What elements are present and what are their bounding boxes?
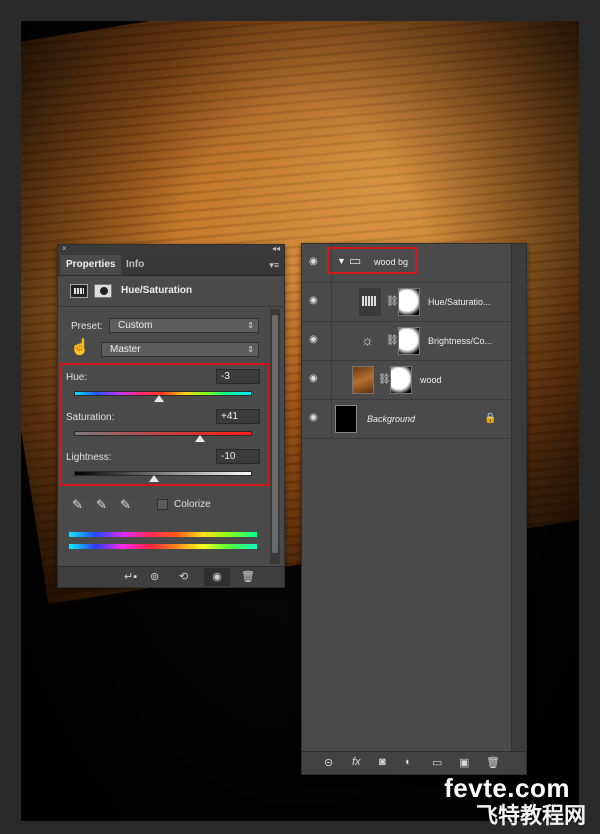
add-mask-icon[interactable]: ◙ [379, 756, 386, 768]
mask-icon[interactable] [94, 284, 112, 298]
visibility-eye-icon[interactable]: ◉ [204, 568, 230, 586]
layers-footer: ⊝ fx ◙ ◐ ▭ ▣ 🗑 [302, 751, 526, 774]
result-color-bar [69, 544, 257, 549]
eyedropper-minus-icon[interactable]: ✎ [120, 497, 131, 513]
layer-row-background[interactable]: ◉ Background 🔒 [302, 400, 512, 439]
colorize-label: Colorize [174, 499, 211, 510]
eyedropper-icon[interactable]: ✎ [72, 497, 83, 513]
layer-name: Brightness/Co... [428, 336, 493, 346]
adjustment-layer-icon[interactable]: ◐ [405, 756, 412, 768]
eyedropper-plus-icon[interactable]: ✎ [96, 497, 107, 513]
trash-icon[interactable]: 🗑 [486, 756, 500, 769]
channel-value: Master [110, 344, 141, 355]
eye-icon[interactable]: ◉ [309, 334, 325, 345]
layer-row-brightness-contrast[interactable]: ◉ ☼ ⛓ Brightness/Co... [302, 322, 512, 361]
lock-icon: 🔒 [484, 413, 497, 424]
link-icon[interactable]: ⛓ [386, 296, 399, 307]
layer-mask-thumbnail[interactable] [398, 288, 420, 316]
trash-icon[interactable]: 🗑 [241, 570, 255, 583]
layer-row-wood[interactable]: ◉ ⛓ wood [302, 361, 512, 400]
eye-icon[interactable]: ◉ [309, 373, 325, 384]
layer-row-hue-saturation[interactable]: ◉ ⛓ Hue/Saturatio... [302, 283, 512, 322]
red-highlight-box [327, 247, 417, 274]
channel-select[interactable]: Master ⇕ [101, 342, 259, 357]
layer-mask-thumbnail[interactable] [398, 327, 420, 355]
view-previous-icon[interactable]: ⊚ [150, 570, 159, 583]
layers-panel: ◉ ▼ ▭ wood bg ◉ ⛓ Hue/Saturatio... ◉ ☼ ⛓… [301, 243, 527, 775]
adjustment-header: Hue/Saturation [58, 276, 284, 307]
chevron-updown-icon: ⇕ [247, 345, 254, 354]
adjustment-title: Hue/Saturation [121, 285, 193, 296]
hue-saturation-icon[interactable] [70, 284, 88, 298]
divider [331, 361, 332, 399]
menu-icon[interactable]: ▾≡ [269, 260, 279, 271]
scrollbar-thumb[interactable] [272, 315, 278, 553]
close-icon[interactable]: × [62, 244, 67, 253]
layer-name: Hue/Saturatio... [428, 297, 491, 307]
layers-scrollbar[interactable] [511, 244, 526, 774]
red-highlight-box [60, 363, 269, 486]
tab-properties[interactable]: Properties [60, 255, 122, 275]
watermark-secondary: 飞特教程网 [475, 803, 586, 828]
hue-saturation-icon [359, 288, 381, 316]
chevron-updown-icon: ⇕ [247, 321, 254, 330]
layer-name: wood [420, 375, 442, 385]
divider [331, 400, 332, 438]
reset-icon[interactable]: ⟲ [179, 570, 188, 583]
targeted-adjustment-hand-icon[interactable]: ☝ [70, 337, 90, 357]
eye-icon[interactable]: ◉ [309, 295, 325, 306]
properties-footer: ↵▪ ⊚ ⟲ ◉ 🗑 [58, 566, 284, 587]
eye-icon[interactable]: ◉ [309, 256, 325, 267]
properties-panel: × ◂◂ Properties Info ▾≡ Hue/Saturation P… [57, 244, 285, 588]
clip-to-layer-icon[interactable]: ↵▪ [124, 570, 137, 583]
link-layers-icon[interactable]: ⊝ [324, 756, 333, 769]
new-group-icon[interactable]: ▭ [432, 756, 442, 769]
brightness-contrast-icon: ☼ [361, 332, 374, 348]
fx-icon[interactable]: fx [352, 756, 361, 768]
layer-mask-thumbnail[interactable] [390, 366, 412, 394]
layer-name: Background [367, 414, 416, 424]
preset-label: Preset: [71, 321, 103, 332]
panel-topbar: × ◂◂ [58, 244, 284, 255]
layer-thumbnail[interactable] [335, 405, 357, 433]
eye-icon[interactable]: ◉ [309, 412, 325, 423]
vertical-scrollbar[interactable] [270, 309, 280, 564]
new-layer-icon[interactable]: ▣ [459, 756, 469, 769]
colorize-checkbox[interactable] [157, 499, 168, 510]
layer-row-group[interactable]: ◉ ▼ ▭ wood bg [302, 244, 512, 283]
preset-select[interactable]: Custom ⇕ [109, 318, 259, 333]
divider [331, 283, 332, 321]
layer-thumbnail[interactable] [352, 366, 374, 394]
panel-tabs: Properties Info ▾≡ [58, 255, 284, 276]
source-color-bar [69, 532, 257, 537]
link-icon[interactable]: ⛓ [378, 374, 391, 385]
collapse-icon[interactable]: ◂◂ [272, 244, 280, 253]
link-icon[interactable]: ⛓ [386, 335, 399, 346]
tab-info[interactable]: Info [120, 255, 150, 275]
divider [331, 322, 332, 360]
preset-value: Custom [118, 320, 153, 331]
